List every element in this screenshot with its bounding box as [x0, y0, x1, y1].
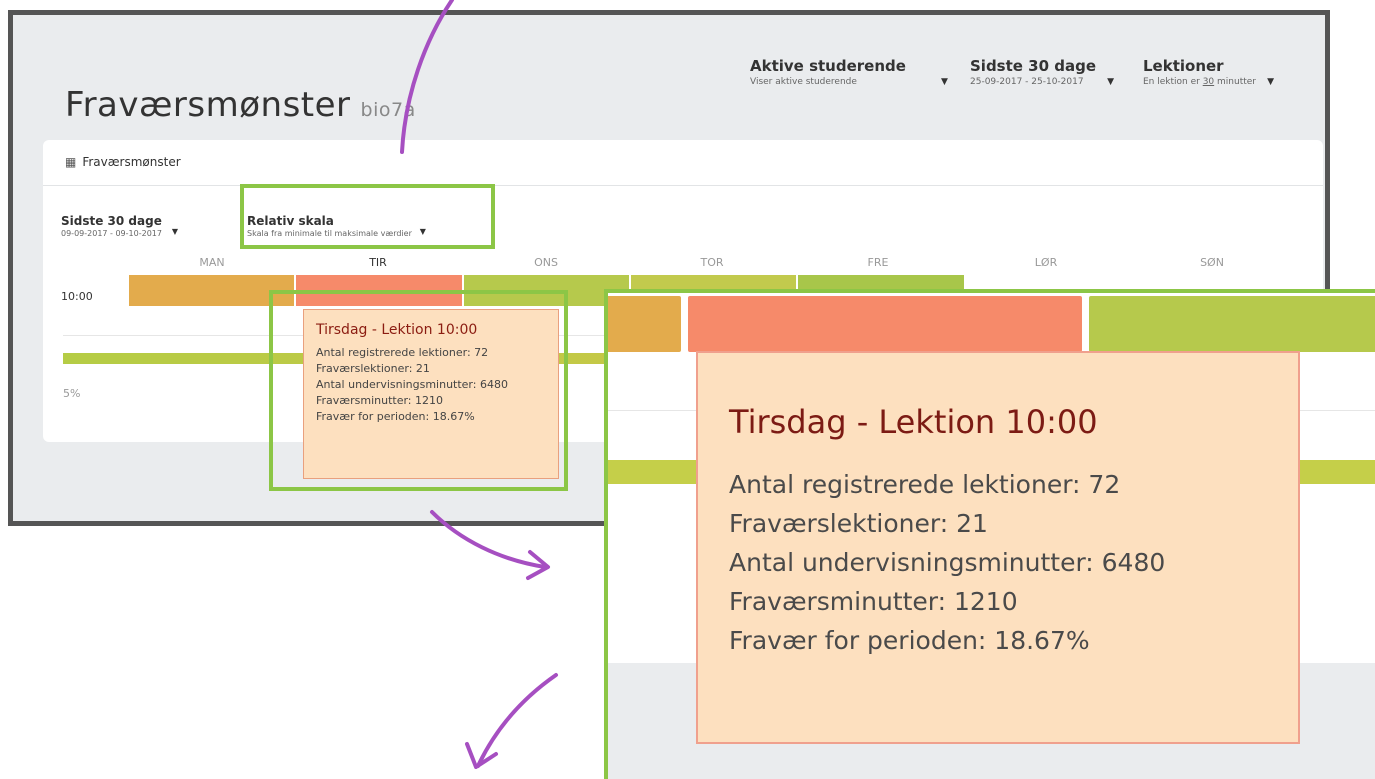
filter-title: Sidste 30 dage — [970, 57, 1097, 75]
day-header-ons: ONS — [534, 256, 558, 269]
page-title: Fraværsmønster bio7a — [65, 85, 416, 125]
chevron-down-icon: ▼ — [941, 77, 948, 87]
zoom-cell-ons — [1089, 296, 1375, 352]
tooltip-line: Antal registrerede lektioner: 72 — [729, 470, 1121, 499]
tooltip-line: Fravær for perioden: 18.67% — [729, 626, 1090, 655]
tooltip-line: Antal undervisningsminutter: 6480 — [729, 548, 1166, 577]
zoom-cell-tir — [688, 296, 1082, 352]
tooltip-title: Tirsdag - Lektion 10:00 — [729, 403, 1098, 441]
day-header-tir: TIR — [369, 256, 387, 269]
time-slot-label: 10:00 — [61, 290, 93, 303]
filter-subtitle-suffix: minutter — [1214, 77, 1256, 87]
chevron-down-icon: ▼ — [171, 227, 178, 236]
chevron-down-icon: ▼ — [1107, 77, 1115, 87]
day-header-fre: FRE — [867, 256, 889, 269]
tooltip-zoomed: Tirsdag - Lektion 10:00 Antal registrere… — [696, 351, 1300, 744]
period-select-title: Sidste 30 dage — [61, 214, 162, 228]
arrow-head-middle — [526, 550, 550, 580]
page-title-text: Fraværsmønster — [65, 85, 351, 125]
filter-title: Aktive studerende — [750, 57, 906, 75]
tooltip-highlight — [269, 290, 568, 491]
tooltip-line: Fraværsminutter: 1210 — [729, 587, 1018, 616]
day-header-son: SØN — [1200, 256, 1224, 269]
period-select[interactable]: Sidste 30 dage 09-09-2017 - 09-10-2017 ▼ — [61, 214, 178, 238]
card-header: ▦ Fraværsmønster — [43, 140, 1323, 186]
page-subtitle: bio7a — [360, 99, 416, 121]
filter-subtitle: En lektion er 30 minutter — [1143, 77, 1256, 87]
scale-min-label: 5% — [63, 387, 81, 400]
zoom-cell-man — [608, 296, 681, 352]
lesson-filter[interactable]: Lektioner En lektion er 30 minutter ▼ — [1143, 57, 1274, 87]
period-select-range: 09-09-2017 - 09-10-2017 — [61, 229, 162, 238]
lesson-minutes-value: 30 — [1202, 77, 1215, 87]
filter-title: Lektioner — [1143, 57, 1224, 75]
day-header-lor: LØR — [1034, 256, 1058, 269]
day-header-man: MAN — [199, 256, 225, 269]
arrow-curve-bottom — [476, 673, 558, 768]
filter-subtitle-prefix: En lektion er — [1143, 77, 1203, 87]
day-header-tor: TOR — [700, 256, 724, 269]
filter-subtitle: 25-09-2017 - 25-10-2017 — [970, 77, 1084, 87]
arrow-head-bottom — [465, 742, 498, 769]
tooltip-line: Fraværslektioner: 21 — [729, 509, 988, 538]
table-icon: ▦ — [65, 155, 77, 169]
card-title: Fraværsmønster — [82, 155, 181, 169]
scale-select-highlight — [240, 184, 495, 249]
period-filter[interactable]: Sidste 30 dage 25-09-2017 - 25-10-2017 ▼ — [970, 57, 1114, 87]
tooltip-zoom-view: Tirsdag - Lektion 10:00 Antal registrere… — [604, 289, 1375, 779]
chevron-down-icon: ▼ — [1267, 77, 1274, 87]
filter-subtitle: Viser aktive studerende — [750, 77, 857, 87]
active-students-filter[interactable]: Aktive studerende Viser aktive studerend… — [750, 57, 948, 87]
